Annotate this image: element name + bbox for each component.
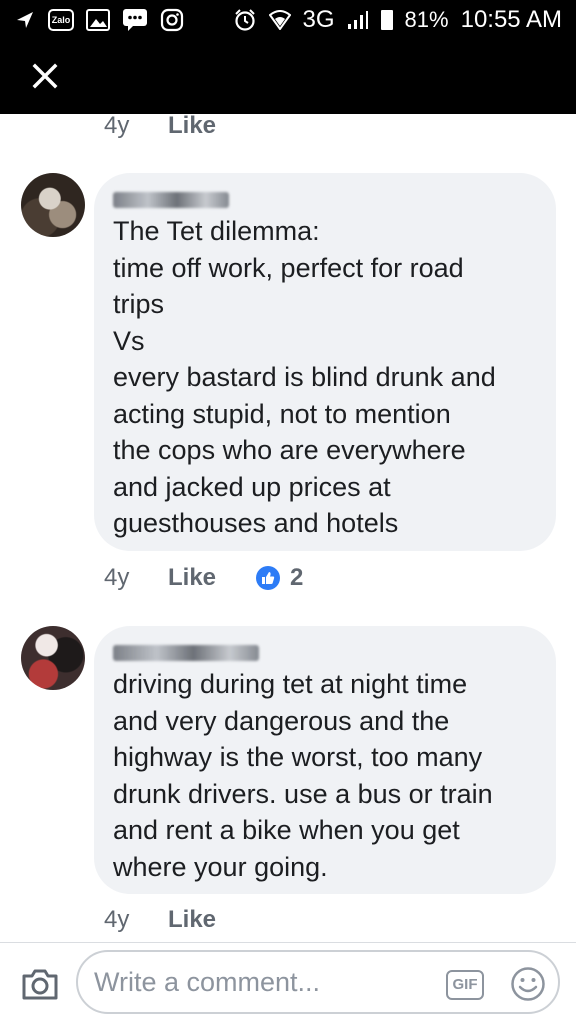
- comment-text: driving during tet at night time and ver…: [113, 669, 493, 882]
- blurred-name: [113, 192, 229, 208]
- comment-meta-row: 4y Like: [104, 906, 256, 934]
- cell-signal-icon: [347, 10, 369, 30]
- camera-icon: [22, 969, 58, 1000]
- network-type: 3G: [302, 6, 335, 33]
- camera-button[interactable]: [20, 964, 60, 1004]
- instagram-icon: [160, 8, 184, 32]
- comment-time: 4y: [104, 564, 130, 591]
- message-icon: [122, 8, 148, 32]
- comment-bubble: driving during tet at night time and ver…: [94, 626, 556, 894]
- comment-bubble: The Tet dilemma: time off work, perfect …: [94, 173, 556, 551]
- close-button[interactable]: [28, 54, 62, 98]
- header-bar: [0, 40, 576, 114]
- zalo-app-icon: Zalo: [48, 9, 74, 31]
- comment-meta-row: 4y Like: [104, 112, 256, 140]
- thumbs-up-icon: [256, 566, 281, 590]
- status-bar: Zalo 3G 81% 10:55 AM: [0, 0, 576, 40]
- blurred-name: [113, 645, 259, 661]
- avatar[interactable]: [21, 626, 85, 690]
- alarm-icon: [233, 8, 257, 32]
- comment-text: The Tet dilemma: time off work, perfect …: [113, 216, 496, 538]
- smiley-icon: [511, 967, 545, 1001]
- emoji-button[interactable]: [510, 966, 546, 1002]
- wifi-signal-icon: [268, 10, 291, 30]
- comment-time: 4y: [104, 906, 130, 933]
- like-link[interactable]: Like: [168, 906, 216, 934]
- like-link[interactable]: Like: [168, 112, 216, 140]
- location-arrow-icon: [14, 9, 36, 31]
- divider: [0, 942, 576, 943]
- like-link[interactable]: Like: [168, 564, 216, 592]
- avatar[interactable]: [21, 173, 85, 237]
- close-icon: [32, 63, 58, 89]
- image-icon: [86, 9, 110, 31]
- clock: 10:55 AM: [460, 6, 562, 33]
- comment-placeholder: Write a comment...: [94, 966, 321, 997]
- battery-percent: 81%: [404, 7, 449, 32]
- reaction-summary[interactable]: 2: [256, 564, 303, 592]
- gif-button[interactable]: GIF: [446, 970, 484, 1000]
- comment-time: 4y: [104, 112, 130, 139]
- comment-author-blurred[interactable]: [113, 187, 536, 213]
- comment-author-blurred[interactable]: [113, 640, 536, 666]
- battery-icon: [380, 10, 393, 30]
- comment-input[interactable]: Write a comment...: [76, 950, 560, 1014]
- comment-meta-row: 4y Like 2: [104, 564, 303, 592]
- reaction-count: 2: [290, 564, 304, 591]
